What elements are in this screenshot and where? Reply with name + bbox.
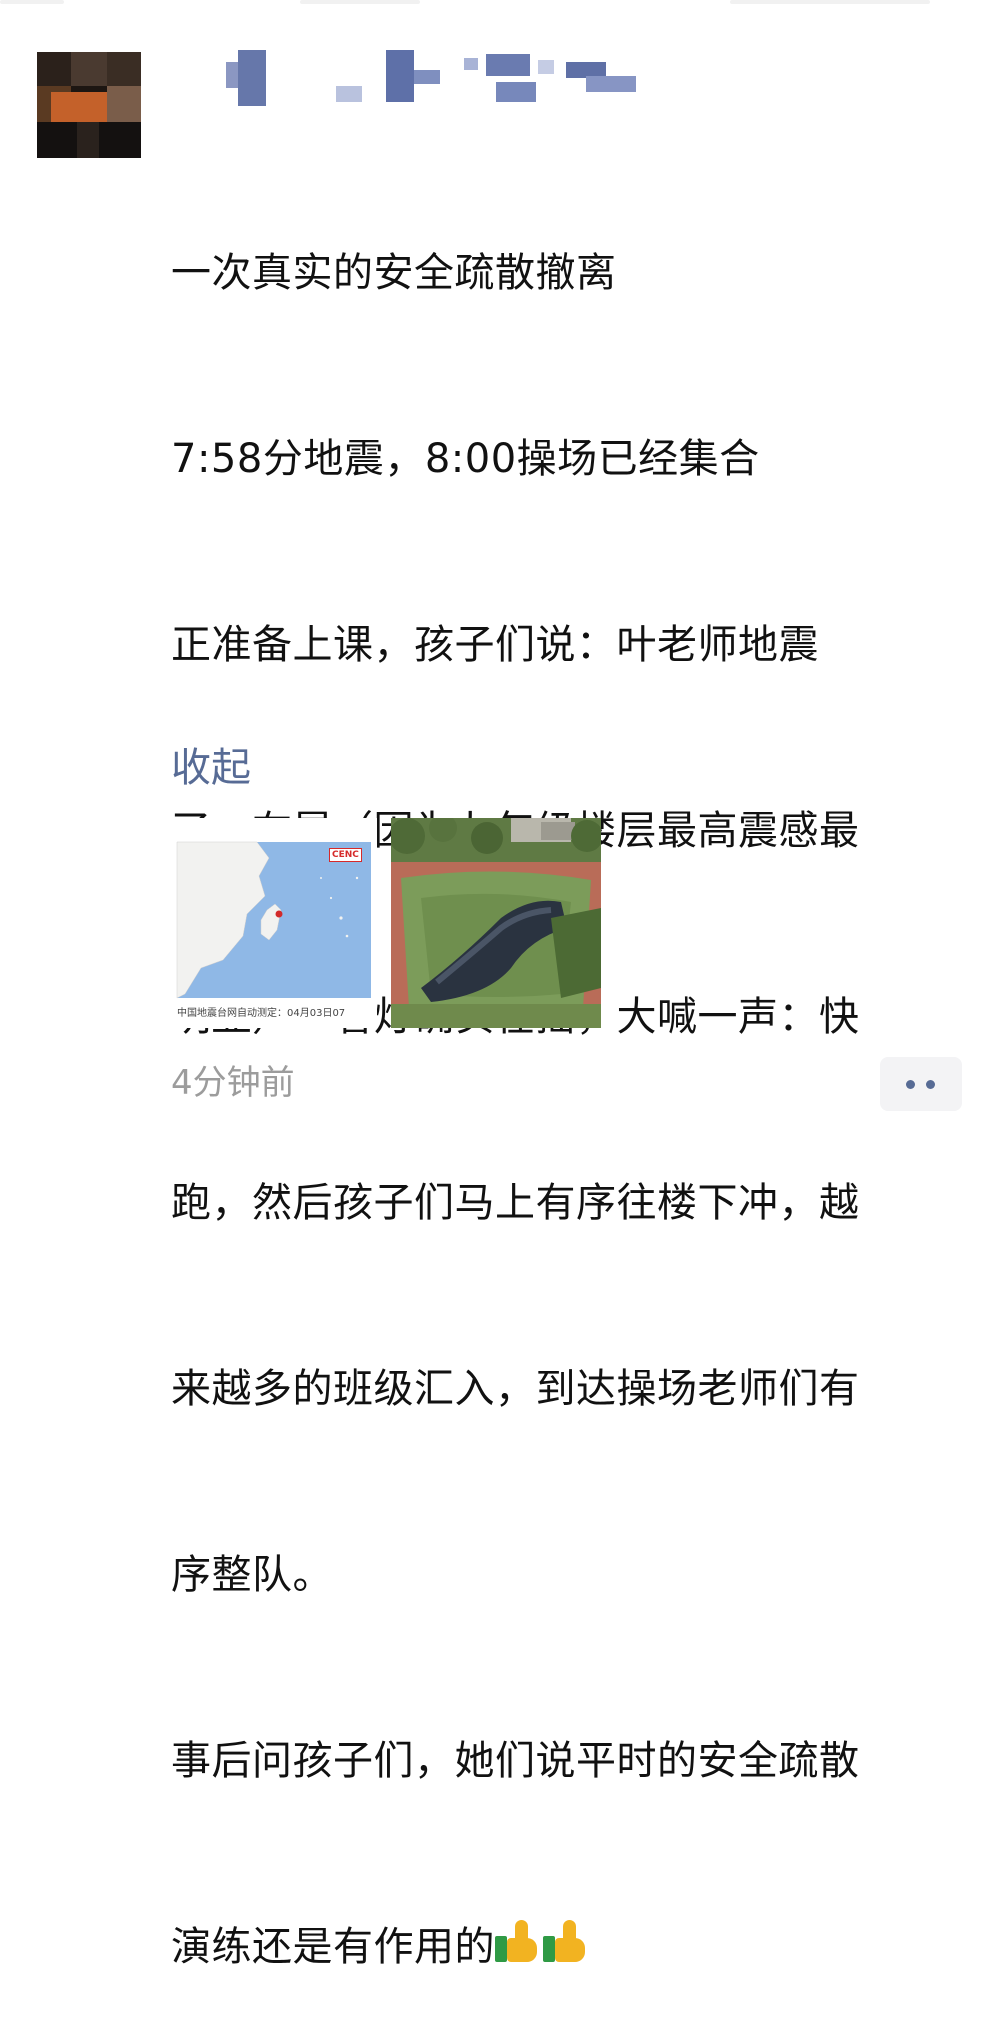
thumbs-up-icon [495,1918,543,1964]
post-line: 序整队。 [171,1552,333,1598]
more-actions-button[interactable] [880,1057,962,1111]
top-divider [0,0,997,6]
post-line-last-text: 演练还是有作用的 [171,1924,495,1970]
post-line-last: 演练还是有作用的 [171,1916,961,1978]
post-line: 跑，然后孩子们马上有序往楼下冲，越 [171,1180,860,1226]
post-timestamp: 4分钟前 [171,1063,295,1103]
more-dots-icon [926,1080,935,1089]
earthquake-map-image[interactable]: CENC 中国地震台网自动测定：04月03日07 [171,818,377,1028]
playground-photo-image[interactable] [391,818,601,1028]
avatar[interactable] [37,52,141,158]
more-dots-icon [906,1080,915,1089]
post-line: 事后问孩子们，她们说平时的安全疏散 [171,1738,860,1784]
map-caption: 中国地震台网自动测定：04月03日07 [177,1008,346,1019]
username-blurred[interactable] [226,50,646,106]
post-line: 7:58分地震，8:00操场已经集合 [171,436,760,482]
post-line: 来越多的班级汇入，到达操场老师们有 [171,1366,860,1412]
thumbs-up-icon [543,1918,591,1964]
post-line: 一次真实的安全疏散撤离 [171,250,617,296]
post-line: 正准备上课，孩子们说：叶老师地震 [171,622,819,668]
collapse-link[interactable]: 收起 [171,738,251,798]
cenc-logo: CENC [329,848,362,862]
